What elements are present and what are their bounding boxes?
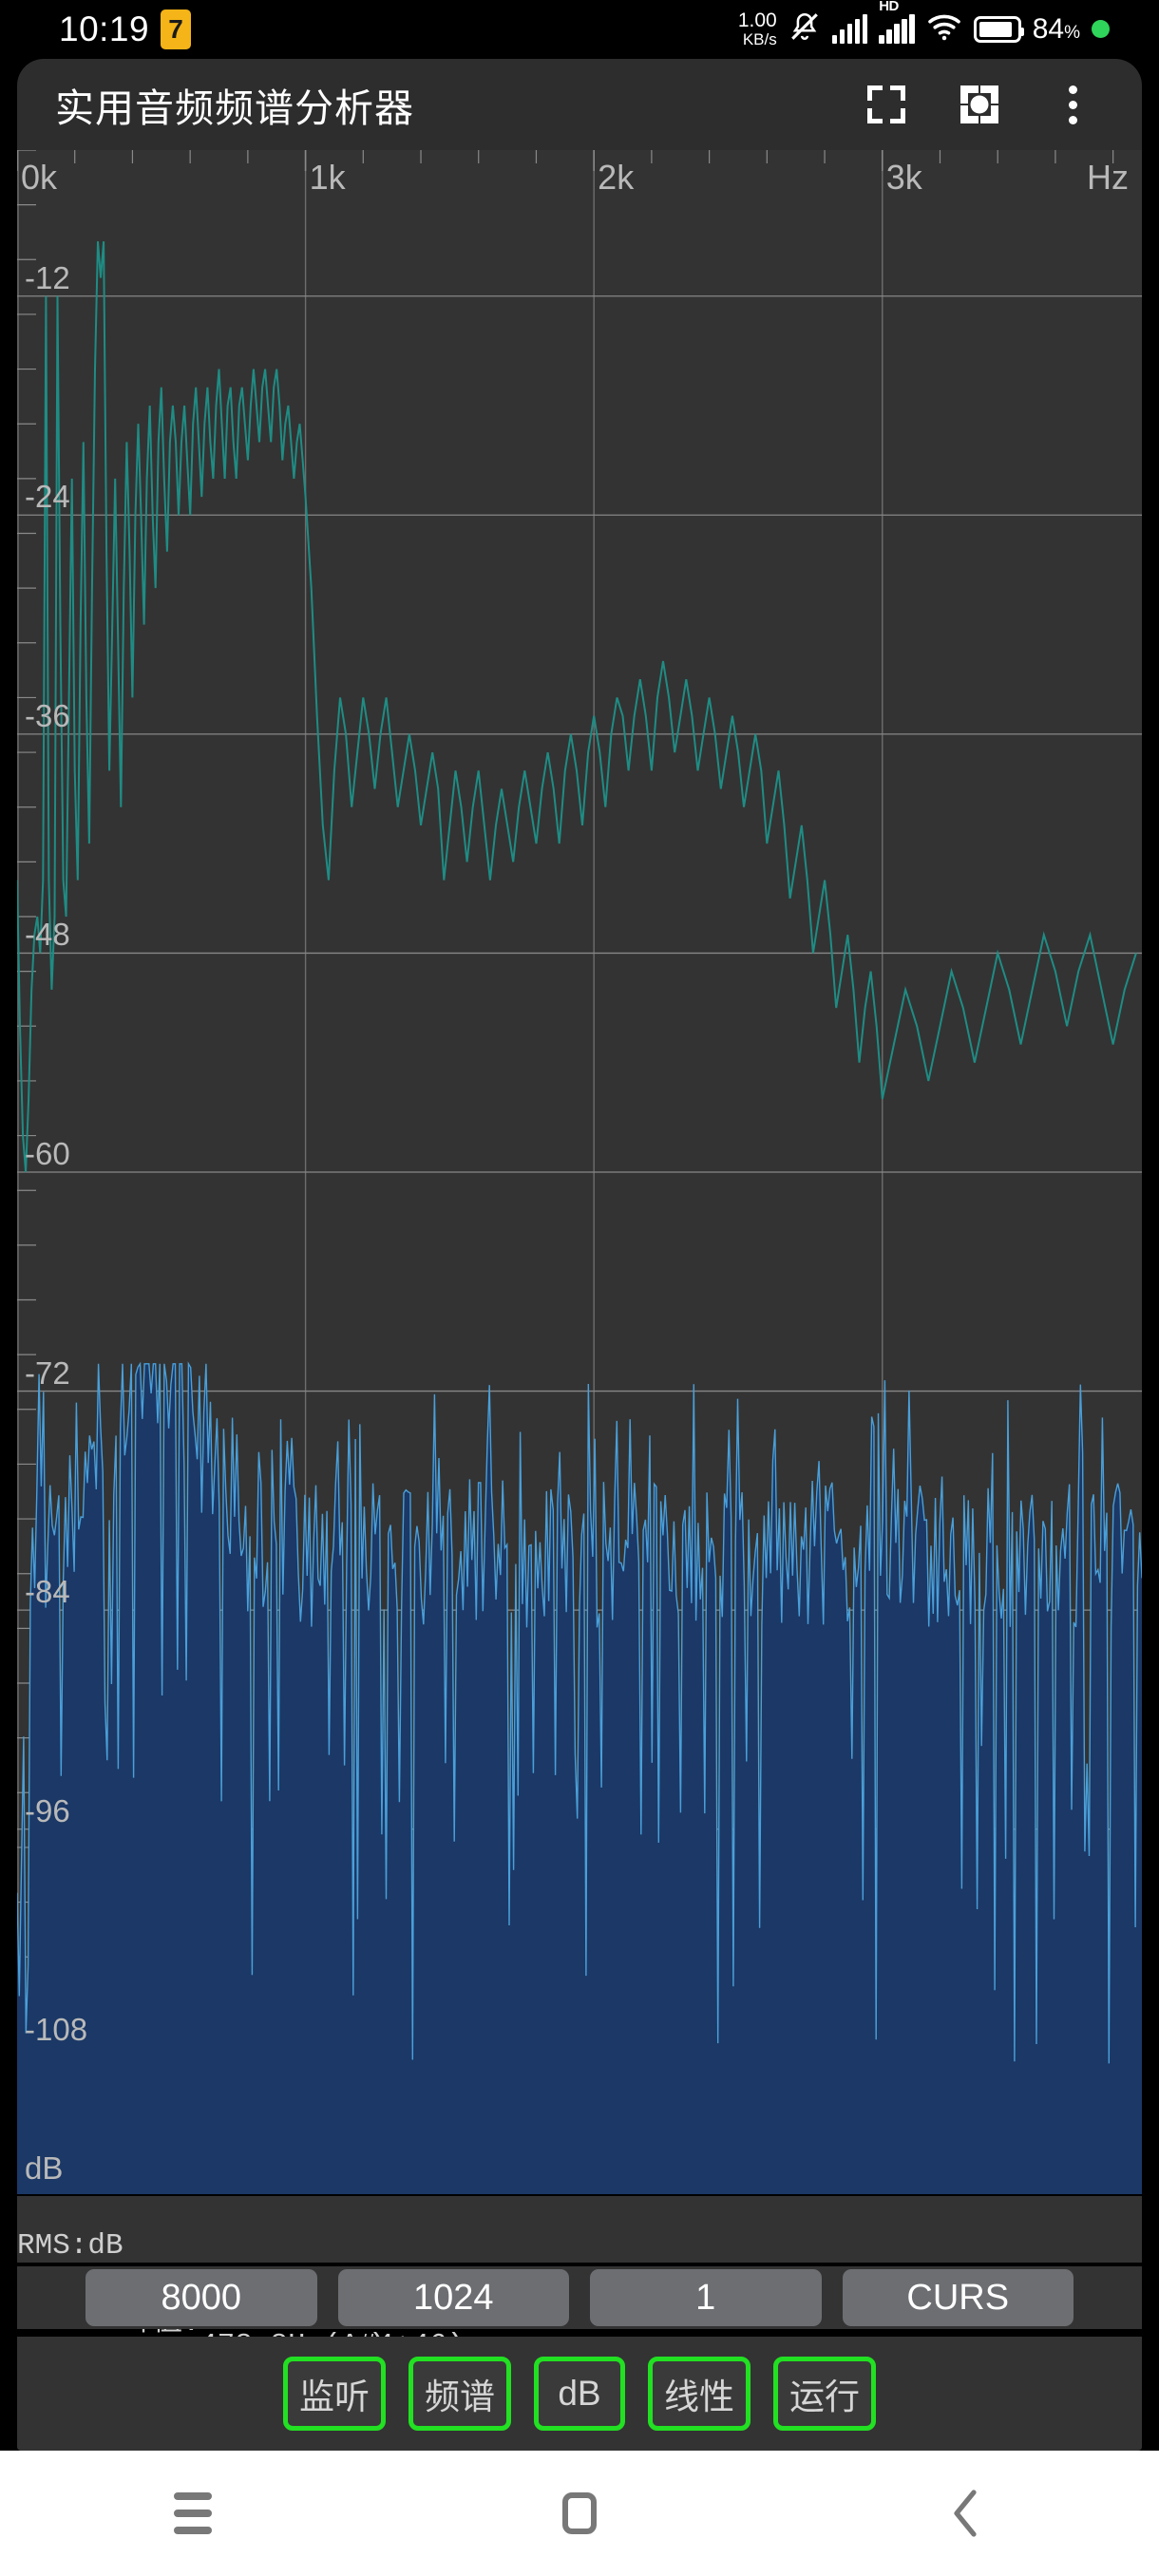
wifi-icon [926, 12, 962, 46]
bell-mute-icon [788, 10, 821, 47]
battery-percent: 84% [1033, 13, 1080, 46]
network-speed-unit: KB/s [742, 30, 777, 49]
mode-button-label: 监听 [299, 2377, 370, 2416]
home-icon [561, 2492, 597, 2534]
live-spectrum-fill [17, 1363, 1142, 2194]
value-button-label: 1 [695, 2277, 716, 2318]
x-tick-label: 2k [598, 158, 635, 197]
more-vertical-icon [1068, 85, 1077, 124]
x-tick-label: 1k [309, 158, 346, 197]
mode-button-label: dB [558, 2374, 601, 2413]
readout-row-pointer: RMS:dB 指针: 0.0Hz( ) 0.0dB [17, 2196, 1142, 2396]
readout-panel: RMS:dB 指针: 0.0Hz( ) 0.0dB -58.6 峰值: 478.… [17, 2196, 1142, 2396]
mode-button-label: 运行 [789, 2377, 860, 2416]
y-tick-label: -36 [25, 697, 70, 733]
value-button-label: 1024 [412, 2277, 494, 2318]
value-button-row: 8000 1024 1 CURS [17, 2266, 1142, 2329]
phone-screen: 10:19 7 1.00 KB/s HD 84% 实用音频频谱分析器 0k 1k… [0, 0, 1159, 2576]
value-button-sample-rate[interactable]: 8000 [86, 2269, 317, 2326]
focus-target-icon [960, 85, 998, 123]
y-tick-label: -72 [25, 1354, 70, 1391]
y-tick-label: -60 [25, 1136, 70, 1171]
battery-percent-value: 84 [1032, 12, 1065, 45]
back-icon [954, 2490, 977, 2537]
fullscreen-button[interactable] [859, 77, 914, 132]
mode-button-label: 线性 [664, 2377, 734, 2416]
y-tick-label: -96 [25, 1792, 70, 1828]
mode-button-row: 监听 频谱 dB 线性 运行 [17, 2337, 1142, 2451]
value-button-label: 8000 [161, 2277, 242, 2318]
signal-bars-hd-icon: HD [879, 0, 915, 44]
mode-button-db-scale[interactable]: dB [534, 2357, 625, 2431]
status-bar: 10:19 7 1.00 KB/s HD 84% [0, 0, 1159, 59]
mode-button-run[interactable]: 运行 [773, 2357, 876, 2431]
status-time: 10:19 [59, 9, 150, 48]
x-axis-unit-label: Hz [1087, 158, 1129, 197]
signal-bars-icon [831, 13, 868, 44]
app-bar-actions [859, 77, 1100, 132]
peak-hold-spectrum-line [17, 241, 1137, 1173]
hd-label: HD [879, 0, 899, 14]
y-tick-label: -24 [25, 479, 70, 515]
y-tick-label: -84 [25, 1574, 70, 1610]
overflow-menu-button[interactable] [1045, 77, 1100, 132]
y-tick-label: -48 [25, 917, 70, 953]
battery-percent-unit: % [1064, 22, 1080, 43]
back-button[interactable] [909, 2471, 1023, 2556]
value-button-average[interactable]: 1 [590, 2269, 822, 2326]
recents-button[interactable] [136, 2471, 250, 2556]
value-button-label: CURS [906, 2277, 1010, 2318]
battery-icon [973, 15, 1024, 43]
fullscreen-icon [867, 85, 905, 123]
mode-button-monitor[interactable]: 监听 [283, 2357, 386, 2431]
page-title: 实用音频频谱分析器 [55, 86, 414, 130]
x-tick-label: 3k [885, 158, 922, 197]
focus-target-button[interactable] [952, 77, 1007, 132]
status-bar-right: 1.00 KB/s HD 84% [737, 0, 1110, 49]
y-tick-label: -108 [25, 2012, 88, 2048]
recording-dot-icon [1092, 20, 1110, 39]
mode-button-spectrum[interactable]: 频谱 [408, 2357, 511, 2431]
spectrum-chart[interactable]: 0k 1k 2k 3k Hz -12 -24 -36 -48 -60 -72 -84 -96 -108 d… [17, 150, 1142, 2194]
app-bar: 实用音频频谱分析器 [17, 59, 1142, 150]
status-bar-left: 10:19 7 [59, 9, 192, 49]
network-speed: 1.00 KB/s [737, 9, 777, 49]
y-tick-label: -12 [25, 259, 70, 295]
network-speed-value: 1.00 [737, 9, 777, 32]
value-button-fft-size[interactable]: 1024 [337, 2269, 569, 2326]
home-button[interactable] [522, 2471, 636, 2556]
mode-button-linear-scale[interactable]: 线性 [648, 2357, 750, 2431]
y-axis-unit-label: dB [25, 2150, 64, 2186]
system-navigation-bar [0, 2451, 1159, 2576]
spectrum-plot [17, 150, 1142, 2194]
calendar-badge-icon: 7 [161, 9, 192, 49]
mode-button-label: 频谱 [425, 2377, 495, 2416]
x-tick-label: 0k [21, 158, 58, 197]
recents-icon [174, 2492, 213, 2534]
readout-row-peak: -58.6 峰值: 478.8Hz(A#4+46) -70.5dB [17, 2229, 1142, 2396]
value-button-cursor[interactable]: CURS [842, 2269, 1074, 2326]
